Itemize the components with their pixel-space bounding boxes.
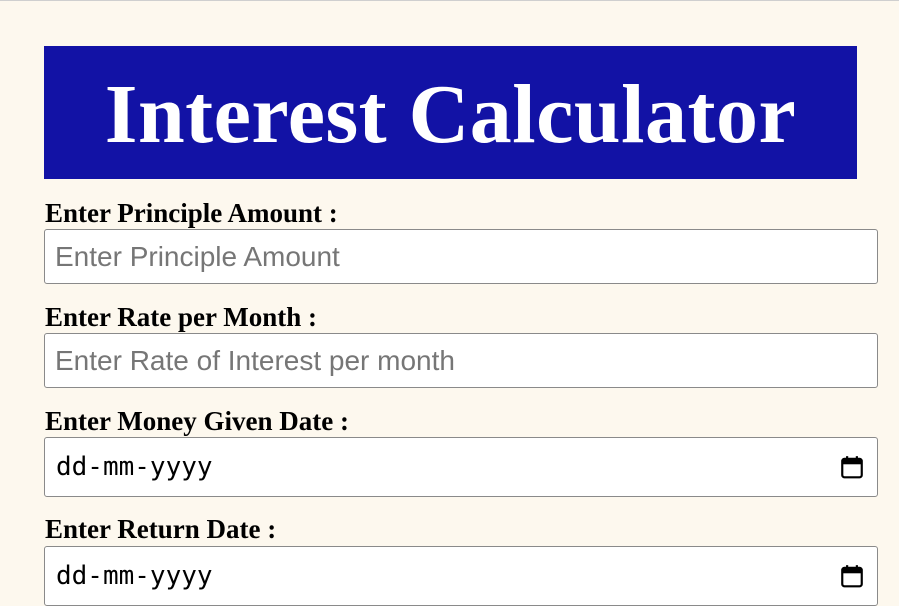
calendar-icon[interactable] (839, 563, 865, 589)
principal-field[interactable] (44, 229, 878, 284)
page-title: Interest Calculator (104, 67, 797, 161)
principal-input[interactable] (45, 230, 877, 283)
principal-label: Enter Principle Amount : (45, 198, 338, 228)
return-date-input[interactable]: dd-mm-yyyy (44, 546, 878, 606)
return-date-value: dd-mm-yyyy (56, 561, 213, 591)
title-banner: Interest Calculator (44, 46, 857, 179)
rate-input[interactable] (45, 334, 877, 387)
return-date-label: Enter Return Date : (45, 514, 277, 544)
calendar-icon[interactable] (839, 454, 865, 480)
given-date-input[interactable]: dd-mm-yyyy (44, 437, 878, 497)
rate-field[interactable] (44, 333, 878, 388)
rate-label: Enter Rate per Month : (45, 302, 317, 332)
given-date-label: Enter Money Given Date : (45, 406, 349, 436)
given-date-value: dd-mm-yyyy (56, 452, 213, 482)
